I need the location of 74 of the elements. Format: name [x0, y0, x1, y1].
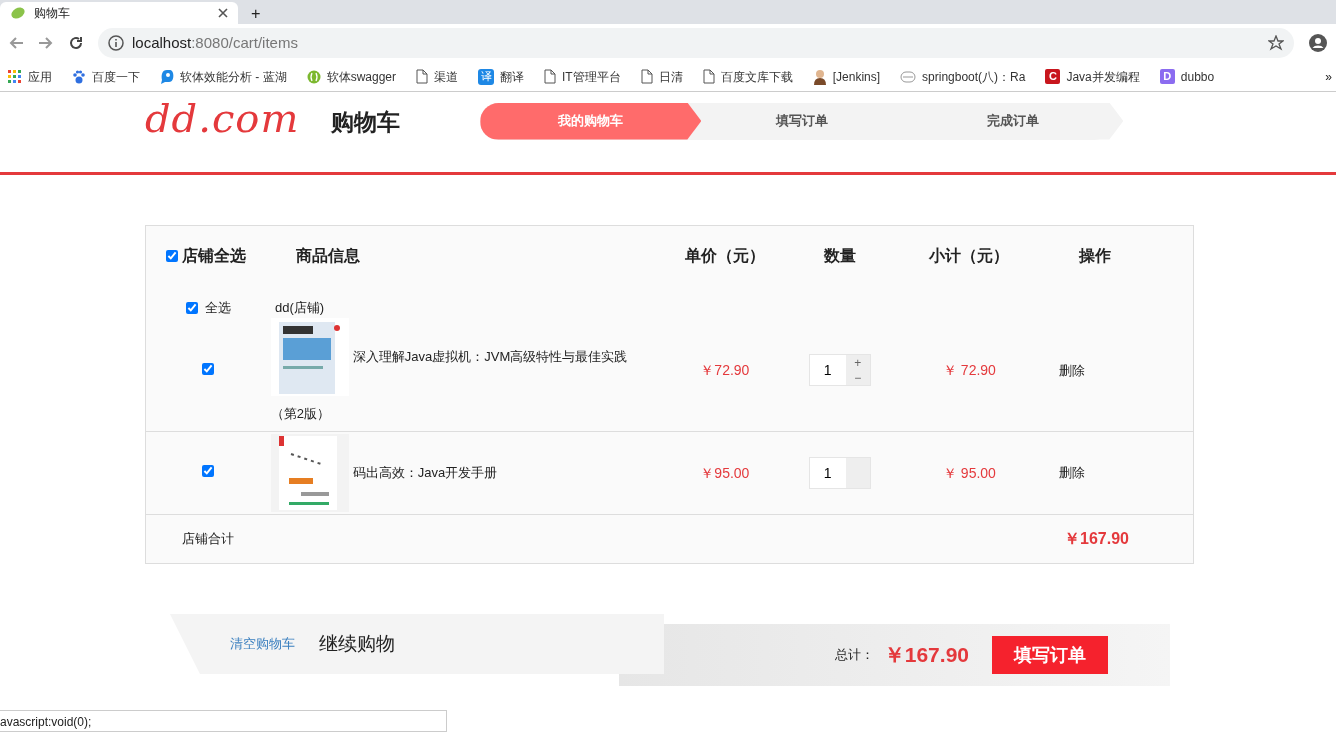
bookmark[interactable]: 译 翻译: [478, 67, 525, 86]
url-text: localhost:8080/cart/items: [132, 32, 298, 53]
bookmark[interactable]: D dubbo: [1159, 67, 1215, 86]
bookmark[interactable]: 百度文库下载: [702, 67, 793, 86]
bookmark[interactable]: C Java并发编程: [1045, 67, 1140, 86]
bookmark[interactable]: 日清: [640, 67, 683, 86]
page-icon: [640, 69, 653, 84]
select-all-label: 全选: [205, 299, 232, 317]
column-header: 商品信息: [295, 247, 360, 264]
apps-icon: [8, 69, 22, 84]
leaf-icon: [10, 6, 26, 20]
quantity-stepper[interactable]: 1 + −: [808, 354, 871, 387]
bird-icon: [160, 68, 174, 85]
page-icon: [702, 69, 715, 84]
shop-total-amount: ￥167.90: [1064, 530, 1129, 547]
back-icon[interactable]: [8, 35, 24, 51]
column-header: 单价（元）: [684, 247, 765, 264]
letter-icon: C: [1045, 69, 1061, 84]
column-header: 小计（元）: [929, 247, 1010, 264]
globe-icon: [306, 69, 321, 84]
logo[interactable]: dd.com: [145, 88, 300, 148]
forward-icon[interactable]: [38, 35, 54, 51]
progress-step: 我的购物车: [480, 102, 702, 140]
page-icon: [416, 69, 429, 84]
shop-total-label: 店铺合计: [182, 531, 234, 547]
translate-icon: 译: [478, 68, 495, 85]
checkbox[interactable]: [202, 465, 215, 478]
product-title[interactable]: （第2版）: [270, 403, 330, 423]
person-icon: [812, 68, 827, 85]
info-icon: [108, 35, 124, 51]
continue-shopping-link[interactable]: 继续购物: [319, 629, 395, 659]
unit-price: ￥95.00: [699, 463, 751, 483]
page-title: 购物车: [331, 107, 401, 137]
more-bookmarks-button[interactable]: »: [1325, 67, 1332, 86]
increment-button[interactable]: +: [845, 355, 870, 371]
subtotal: ￥ 95.00: [941, 463, 997, 483]
shop-name: dd(店铺): [275, 300, 325, 315]
letter-icon: D: [1159, 69, 1175, 84]
bookmark[interactable]: 渠道: [416, 67, 459, 86]
total-amount: ￥167.90: [883, 642, 969, 669]
star-icon[interactable]: [1268, 35, 1284, 51]
column-header: 操作: [1079, 247, 1112, 264]
bookmark[interactable]: 软体swagger: [306, 67, 397, 86]
product-title[interactable]: 深入理解Java虚拟机：JVM高级特性与最佳实践: [352, 346, 628, 367]
bookmark[interactable]: springboot(八)：Ra: [900, 67, 1026, 86]
checkbox[interactable]: [186, 301, 198, 314]
new-tab-button[interactable]: +: [251, 2, 261, 24]
bookmark[interactable]: 百度一下: [72, 67, 140, 86]
product-title[interactable]: 码出高效：Java开发手册: [352, 463, 498, 483]
robot-icon: [900, 69, 917, 84]
bookmark[interactable]: 应用: [8, 67, 52, 86]
account-icon[interactable]: [1308, 33, 1328, 53]
total-label: 总计：: [834, 646, 874, 665]
decrement-button[interactable]: −: [845, 370, 870, 386]
column-header: 数量: [823, 246, 856, 266]
close-icon[interactable]: [218, 8, 228, 18]
bookmark[interactable]: 软体效能分析 - 蓝湖: [160, 67, 287, 86]
address-bar[interactable]: localhost:8080/cart/items: [98, 28, 1294, 58]
submit-order-button[interactable]: 填写订单: [992, 636, 1108, 674]
bookmark[interactable]: [Jenkins]: [812, 67, 881, 86]
paw-icon: [72, 69, 86, 84]
status-bar: avascript:void(0);: [0, 710, 447, 732]
delete-link[interactable]: 删除: [1059, 362, 1086, 378]
checkbox[interactable]: [166, 250, 178, 262]
page-icon: [544, 69, 557, 84]
clear-cart-link[interactable]: 清空购物车: [230, 634, 295, 654]
subtotal: ￥ 72.90: [941, 360, 997, 380]
unit-price: ￥72.90: [699, 360, 751, 380]
delete-link[interactable]: 删除: [1059, 465, 1086, 481]
column-header: 店铺全选: [182, 246, 246, 266]
browser-tab[interactable]: 购物车: [0, 2, 238, 24]
bookmark[interactable]: IT管理平台: [544, 67, 621, 86]
reload-icon[interactable]: [68, 35, 84, 51]
checkbox[interactable]: [202, 362, 215, 375]
